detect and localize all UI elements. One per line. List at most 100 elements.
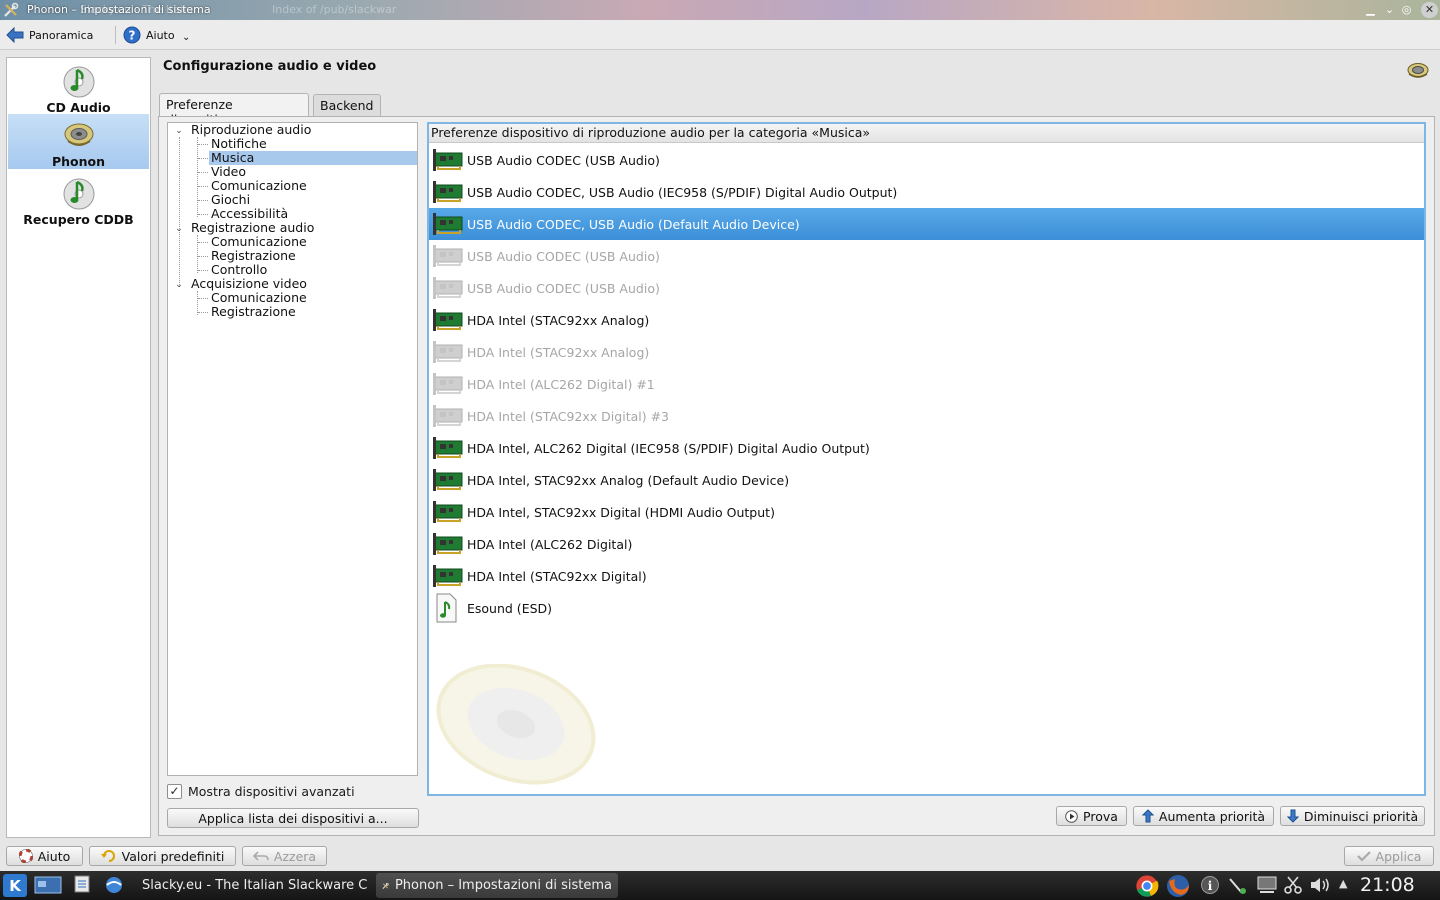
- task-label: Slacky.eu - The Italian Slackware C: [142, 878, 368, 893]
- dashboard-icon[interactable]: [1424, 875, 1438, 897]
- category-tree: ⌄ Riproduzione audio Notifiche Musica Vi…: [167, 122, 418, 776]
- device-row[interactable]: Esound (ESD): [429, 592, 1424, 624]
- konqueror-icon[interactable]: [104, 875, 124, 895]
- clock[interactable]: 21:08: [1360, 874, 1415, 896]
- back-arrow-icon: [6, 27, 24, 43]
- lower-priority-button[interactable]: Diminuisci priorità: [1280, 806, 1425, 826]
- advanced-devices-label: Mostra dispositivi avanzati: [188, 784, 355, 799]
- device-row[interactable]: HDA Intel, STAC92xx Digital (HDMI Audio …: [429, 496, 1424, 528]
- tree-item-communication[interactable]: Comunicazione: [211, 179, 307, 193]
- sidebar-item-label: CD Audio: [46, 100, 111, 115]
- device-name: USB Audio CODEC (USB Audio): [467, 248, 660, 264]
- collapse-arrow-icon[interactable]: ⌄: [174, 126, 184, 136]
- chevron-down-icon[interactable]: ⌄: [182, 32, 190, 43]
- device-list: Preferenze dispositivo di riproduzione a…: [427, 122, 1426, 796]
- tree-item-recording[interactable]: Registrazione: [211, 249, 296, 263]
- background-tab: Index of /pub/slackwar: [272, 3, 397, 16]
- task-browser[interactable]: Slacky.eu - The Italian Slackware C: [130, 873, 372, 898]
- firefox-icon[interactable]: [1165, 873, 1191, 899]
- collapse-arrow-icon[interactable]: ⌄: [174, 224, 184, 234]
- lifebuoy-icon: [18, 849, 33, 863]
- close-icon[interactable]: ✕: [1421, 2, 1438, 18]
- device-row[interactable]: HDA Intel (ALC262 Digital) #1: [429, 368, 1424, 400]
- device-row[interactable]: USB Audio CODEC (USB Audio): [429, 272, 1424, 304]
- tab-device-preference[interactable]: Preferenze dispositivo: [159, 93, 309, 127]
- network-icon[interactable]: [1228, 875, 1250, 895]
- advanced-devices-checkbox-row[interactable]: ✓ Mostra dispositivi avanzati: [167, 784, 355, 799]
- speaker-icon: [64, 123, 93, 146]
- tab-backend[interactable]: Backend: [313, 94, 381, 116]
- cd-music-icon: [63, 66, 94, 98]
- overview-button[interactable]: Panoramica: [6, 24, 93, 46]
- sound-card-icon: [429, 211, 467, 237]
- scissors-icon[interactable]: [1284, 875, 1302, 895]
- svg-text:?: ?: [129, 29, 136, 43]
- collapse-arrow-icon[interactable]: ⌄: [174, 280, 184, 290]
- device-row[interactable]: HDA Intel (ALC262 Digital): [429, 528, 1424, 560]
- device-row[interactable]: HDA Intel (STAC92xx Digital) #3: [429, 400, 1424, 432]
- reset-button[interactable]: Azzera: [242, 846, 327, 866]
- sidebar-item-cddb[interactable]: Recupero CDDB: [8, 172, 149, 227]
- tree-item-music[interactable]: Musica: [209, 151, 417, 165]
- display-icon[interactable]: [1256, 875, 1278, 895]
- device-row[interactable]: USB Audio CODEC (USB Audio): [429, 240, 1424, 272]
- test-label: Prova: [1083, 808, 1118, 824]
- sound-card-icon: [429, 563, 467, 589]
- tree-item-communication[interactable]: Comunicazione: [211, 291, 307, 305]
- tree-item-accessibility[interactable]: Accessibilità: [211, 207, 288, 221]
- tree-group-video-capture[interactable]: Acquisizione video: [191, 277, 307, 291]
- tree-group-recording[interactable]: Registrazione audio: [191, 221, 314, 235]
- device-row[interactable]: USB Audio CODEC, USB Audio (IEC958 (S/PD…: [429, 176, 1424, 208]
- raise-priority-button[interactable]: Aumenta priorità: [1133, 806, 1274, 826]
- defaults-label: Valori predefiniti: [121, 848, 225, 864]
- device-row[interactable]: HDA Intel, ALC262 Digital (IEC958 (S/PDI…: [429, 432, 1424, 464]
- undo-icon: [252, 851, 269, 861]
- device-name: HDA Intel (STAC92xx Digital) #3: [467, 408, 670, 424]
- kde-menu-icon[interactable]: K: [3, 874, 27, 897]
- tray-expand-icon[interactable]: ▲: [1339, 877, 1347, 890]
- help-button-label: Aiuto: [37, 848, 71, 864]
- sound-card-icon: [429, 339, 467, 365]
- device-row[interactable]: USB Audio CODEC (USB Audio): [429, 144, 1424, 176]
- help-menu-button[interactable]: ? Aiuto: [123, 24, 175, 46]
- sidebar-item-cd-audio[interactable]: CD Audio: [8, 60, 149, 115]
- chrome-icon[interactable]: [1135, 874, 1159, 898]
- tree-item-notifications[interactable]: Notifiche: [211, 137, 267, 151]
- device-row[interactable]: HDA Intel (STAC92xx Analog): [429, 336, 1424, 368]
- test-button[interactable]: Prova: [1056, 806, 1127, 826]
- apply-button[interactable]: Applica: [1344, 846, 1434, 866]
- device-row[interactable]: HDA Intel (STAC92xx Analog): [429, 304, 1424, 336]
- desktop-icon[interactable]: [34, 875, 62, 895]
- sound-card-icon: [429, 147, 467, 173]
- maximize-icon[interactable]: ◎: [1398, 2, 1415, 18]
- device-row[interactable]: HDA Intel (STAC92xx Digital): [429, 560, 1424, 592]
- tree-item-recording[interactable]: Registrazione: [211, 305, 296, 319]
- tree-group-playback[interactable]: Riproduzione audio: [191, 123, 311, 137]
- device-name: HDA Intel (STAC92xx Analog): [467, 312, 650, 328]
- apply-device-list-button[interactable]: Applica lista dei dispositivi a...: [167, 808, 419, 828]
- device-row[interactable]: HDA Intel, STAC92xx Analog (Default Audi…: [429, 464, 1424, 496]
- volume-icon[interactable]: [1309, 875, 1331, 895]
- defaults-button[interactable]: Valori predefiniti: [89, 846, 236, 866]
- task-label: Phonon – Impostazioni di sistema: [394, 878, 612, 893]
- device-name: HDA Intel, ALC262 Digital (IEC958 (S/PDI…: [467, 440, 870, 456]
- play-icon: [1065, 809, 1078, 823]
- tree-item-control[interactable]: Controllo: [211, 263, 267, 277]
- tree-item-communication[interactable]: Comunicazione: [211, 235, 307, 249]
- info-icon[interactable]: i: [1200, 875, 1220, 895]
- task-system-settings[interactable]: Phonon – Impostazioni di sistema: [376, 873, 618, 898]
- sidebar-item-label: Recupero CDDB: [23, 212, 134, 227]
- help-button[interactable]: Aiuto: [6, 846, 83, 866]
- chevron-down-icon[interactable]: ⌄: [1381, 2, 1398, 18]
- sidebar-item-phonon[interactable]: Phonon: [8, 114, 149, 169]
- advanced-devices-checkbox[interactable]: ✓: [167, 784, 182, 799]
- file-manager-icon[interactable]: [74, 875, 90, 893]
- tree-item-games[interactable]: Giochi: [211, 193, 250, 207]
- window-titlebar[interactable]: Phonon – Impostazioni di sistema Slacky.…: [0, 0, 1440, 20]
- tree-item-video[interactable]: Video: [211, 165, 246, 179]
- restore-icon: [100, 850, 115, 862]
- minimize-icon[interactable]: ▁: [1362, 2, 1379, 18]
- device-name: HDA Intel, STAC92xx Digital (HDMI Audio …: [467, 504, 775, 520]
- device-name: Esound (ESD): [467, 600, 553, 616]
- device-row[interactable]: USB Audio CODEC, USB Audio (Default Audi…: [429, 208, 1424, 240]
